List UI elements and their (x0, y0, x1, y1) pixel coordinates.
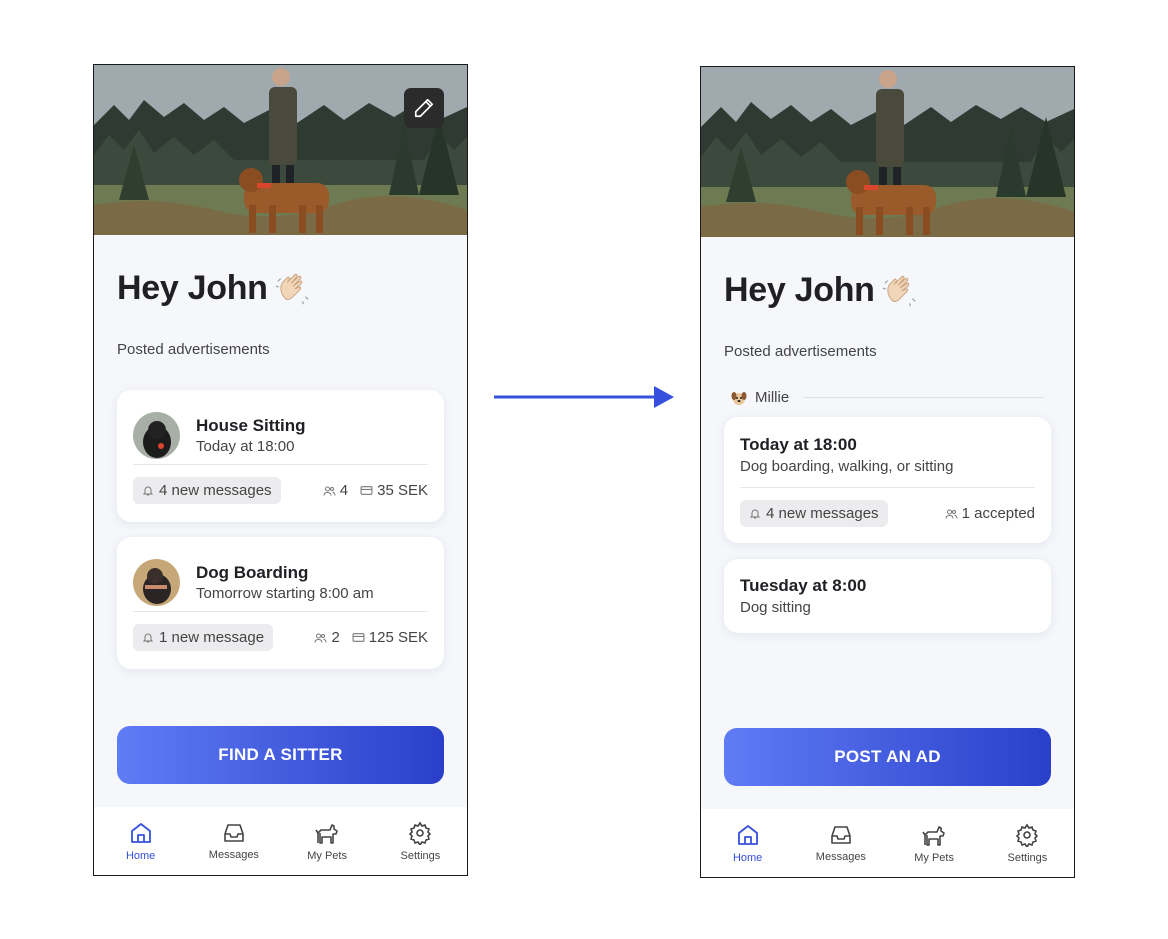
ad-title: Tuesday at 8:00 (740, 576, 867, 595)
tab-label: Settings (400, 849, 441, 862)
bell-icon (749, 509, 761, 519)
greeting-text: Hey John (724, 271, 875, 309)
tab-my-pets[interactable]: My Pets (888, 809, 981, 877)
pet-avatar (133, 411, 180, 459)
bell-icon (142, 486, 154, 496)
bottom-tab-bar: Home Messages My Pets Settings (701, 809, 1074, 877)
tab-label: Messages (815, 850, 866, 863)
ad-card-dog-boarding[interactable]: Dog Boarding Tomorrow starting 8:00 am 1… (117, 537, 444, 669)
home-icon (130, 822, 151, 843)
screen-after: Hey John Posted advertisements Millie To… (700, 66, 1075, 878)
tab-settings[interactable]: Settings (981, 809, 1074, 877)
messages-badge[interactable]: 4 new messages (740, 500, 888, 527)
ad-description: Dog sitting (740, 599, 811, 616)
edit-cover-button[interactable] (404, 88, 444, 128)
price: 125 SEK (368, 629, 428, 646)
gear-icon (409, 821, 432, 845)
tab-label: My Pets (914, 851, 954, 864)
wave-emoji-icon (275, 273, 309, 304)
post-ad-button[interactable]: POST AN AD (724, 728, 1051, 786)
wave-emoji-icon (882, 275, 916, 306)
tab-messages[interactable]: Messages (794, 809, 887, 877)
tab-messages[interactable]: Messages (187, 807, 280, 875)
pet-avatar (133, 558, 180, 606)
divider (803, 397, 1044, 398)
screen-before: Hey John Posted advertisements House Sit… (93, 64, 468, 876)
ad-card-house-sitting[interactable]: House Sitting Today at 18:00 4 new messa… (117, 390, 444, 522)
pet-group-header: Millie (731, 389, 1044, 406)
messages-text: 4 new messages (159, 482, 272, 499)
messages-text: 1 new message (159, 629, 265, 646)
messages-text: 4 new messages (766, 505, 879, 522)
greeting-heading: Hey John (117, 269, 312, 308)
find-sitter-button[interactable]: FIND A SITTER (117, 726, 444, 784)
ad-card-today[interactable]: Today at 18:00 Dog boarding, walking, or… (724, 417, 1051, 543)
inbox-icon (831, 825, 851, 844)
tab-home[interactable]: Home (701, 809, 794, 877)
ad-time: Today at 18:00 (196, 437, 295, 455)
people-icon (323, 486, 336, 496)
tab-label: My Pets (307, 849, 347, 862)
ad-title: House Sitting (196, 415, 306, 435)
card-icon (360, 486, 373, 495)
tab-label: Settings (1007, 851, 1048, 864)
ad-title: Dog Boarding (196, 562, 309, 582)
section-label: Posted advertisements (724, 343, 877, 360)
tab-settings[interactable]: Settings (374, 807, 467, 875)
ad-time: Tomorrow starting 8:00 am (196, 584, 374, 602)
gear-icon (1016, 823, 1039, 847)
tab-label: Home (125, 849, 156, 862)
pet-name: Millie (755, 389, 790, 406)
card-icon (352, 633, 365, 642)
price: 35 SEK (377, 482, 428, 499)
home-icon (737, 824, 758, 845)
ad-card-tuesday[interactable]: Tuesday at 8:00 Dog sitting (724, 559, 1051, 633)
dog-face-icon (731, 391, 747, 405)
greeting-text: Hey John (117, 269, 268, 307)
tab-label: Messages (208, 848, 259, 861)
tab-my-pets[interactable]: My Pets (281, 807, 374, 875)
tab-home[interactable]: Home (94, 807, 187, 875)
messages-badge[interactable]: 1 new message (133, 624, 274, 651)
applicant-count: 2 (331, 629, 340, 646)
people-icon (945, 509, 958, 519)
tab-label: Home (732, 851, 763, 864)
people-icon (314, 633, 327, 643)
arrow-right-icon (494, 386, 674, 408)
section-label: Posted advertisements (117, 341, 270, 358)
greeting-heading: Hey John (724, 271, 919, 310)
messages-badge[interactable]: 4 new messages (133, 477, 281, 504)
ad-title: Today at 18:00 (740, 435, 857, 454)
inbox-icon (224, 823, 244, 842)
accepted-count: 1 accepted (961, 505, 1035, 522)
bell-icon (142, 633, 154, 643)
dog-icon (315, 823, 338, 844)
dog-icon (922, 825, 945, 846)
ad-description: Dog boarding, walking, or sitting (740, 458, 954, 475)
hero-photo (701, 67, 1074, 237)
applicant-count: 4 (339, 482, 349, 499)
bottom-tab-bar: Home Messages My Pets Settings (94, 807, 467, 875)
edit-icon (414, 98, 434, 118)
